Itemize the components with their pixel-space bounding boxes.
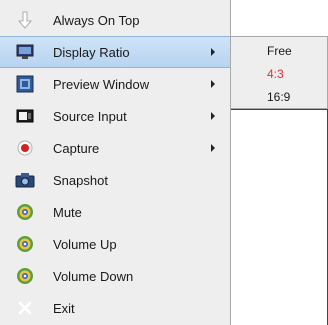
menu-item-label: Display Ratio: [53, 44, 130, 60]
menu-item-label: Mute: [53, 204, 82, 220]
preview-window-icon: [15, 74, 35, 94]
chevron-right-icon: [211, 112, 215, 120]
submenu-item-16-9[interactable]: 16:9: [231, 85, 327, 109]
background-window: [231, 109, 328, 325]
submenu-item-label: 16:9: [267, 90, 291, 104]
menu-item-volume-down[interactable]: Volume Down: [0, 260, 230, 292]
speaker-icon: [15, 266, 35, 286]
chevron-right-icon: [211, 144, 215, 152]
speaker-icon: [15, 202, 35, 222]
menu-item-label: Exit: [53, 300, 75, 316]
menu-item-mute[interactable]: Mute: [0, 196, 230, 228]
menu-item-label: Volume Up: [53, 236, 117, 252]
menu-item-label: Always On Top: [53, 12, 140, 28]
arrow-down-icon: [15, 10, 35, 30]
chevron-right-icon: [211, 80, 215, 88]
menu-item-label: Snapshot: [53, 172, 108, 188]
speaker-icon: [15, 234, 35, 254]
submenu-item-4-3[interactable]: 4:3: [231, 62, 327, 86]
menu-item-display-ratio[interactable]: Display Ratio: [0, 36, 230, 68]
submenu-item-label: 4:3: [267, 67, 284, 81]
menu-item-label: Source Input: [53, 108, 127, 124]
record-icon: [15, 138, 35, 158]
chevron-right-icon: [211, 48, 215, 56]
menu-item-label: Volume Down: [53, 268, 134, 284]
menu-item-preview-window[interactable]: Preview Window: [0, 68, 230, 100]
submenu-item-free[interactable]: Free: [231, 39, 327, 63]
source-input-icon: [15, 106, 35, 126]
menu-item-label: Preview Window: [53, 76, 150, 92]
menu-item-exit[interactable]: Exit: [0, 292, 230, 324]
context-menu: Always On Top Display Ratio Preview Wind…: [0, 0, 231, 325]
camera-icon: [15, 170, 35, 190]
menu-item-snapshot[interactable]: Snapshot: [0, 164, 230, 196]
display-ratio-submenu: Free 4:3 16:9: [231, 36, 328, 109]
menu-item-always-on-top[interactable]: Always On Top: [0, 4, 230, 36]
menu-item-source-input[interactable]: Source Input: [0, 100, 230, 132]
submenu-item-label: Free: [267, 44, 292, 58]
menu-item-label: Capture: [53, 140, 100, 156]
monitor-icon: [15, 42, 35, 62]
menu-item-volume-up[interactable]: Volume Up: [0, 228, 230, 260]
menu-item-capture[interactable]: Capture: [0, 132, 230, 164]
close-icon: [15, 298, 35, 318]
